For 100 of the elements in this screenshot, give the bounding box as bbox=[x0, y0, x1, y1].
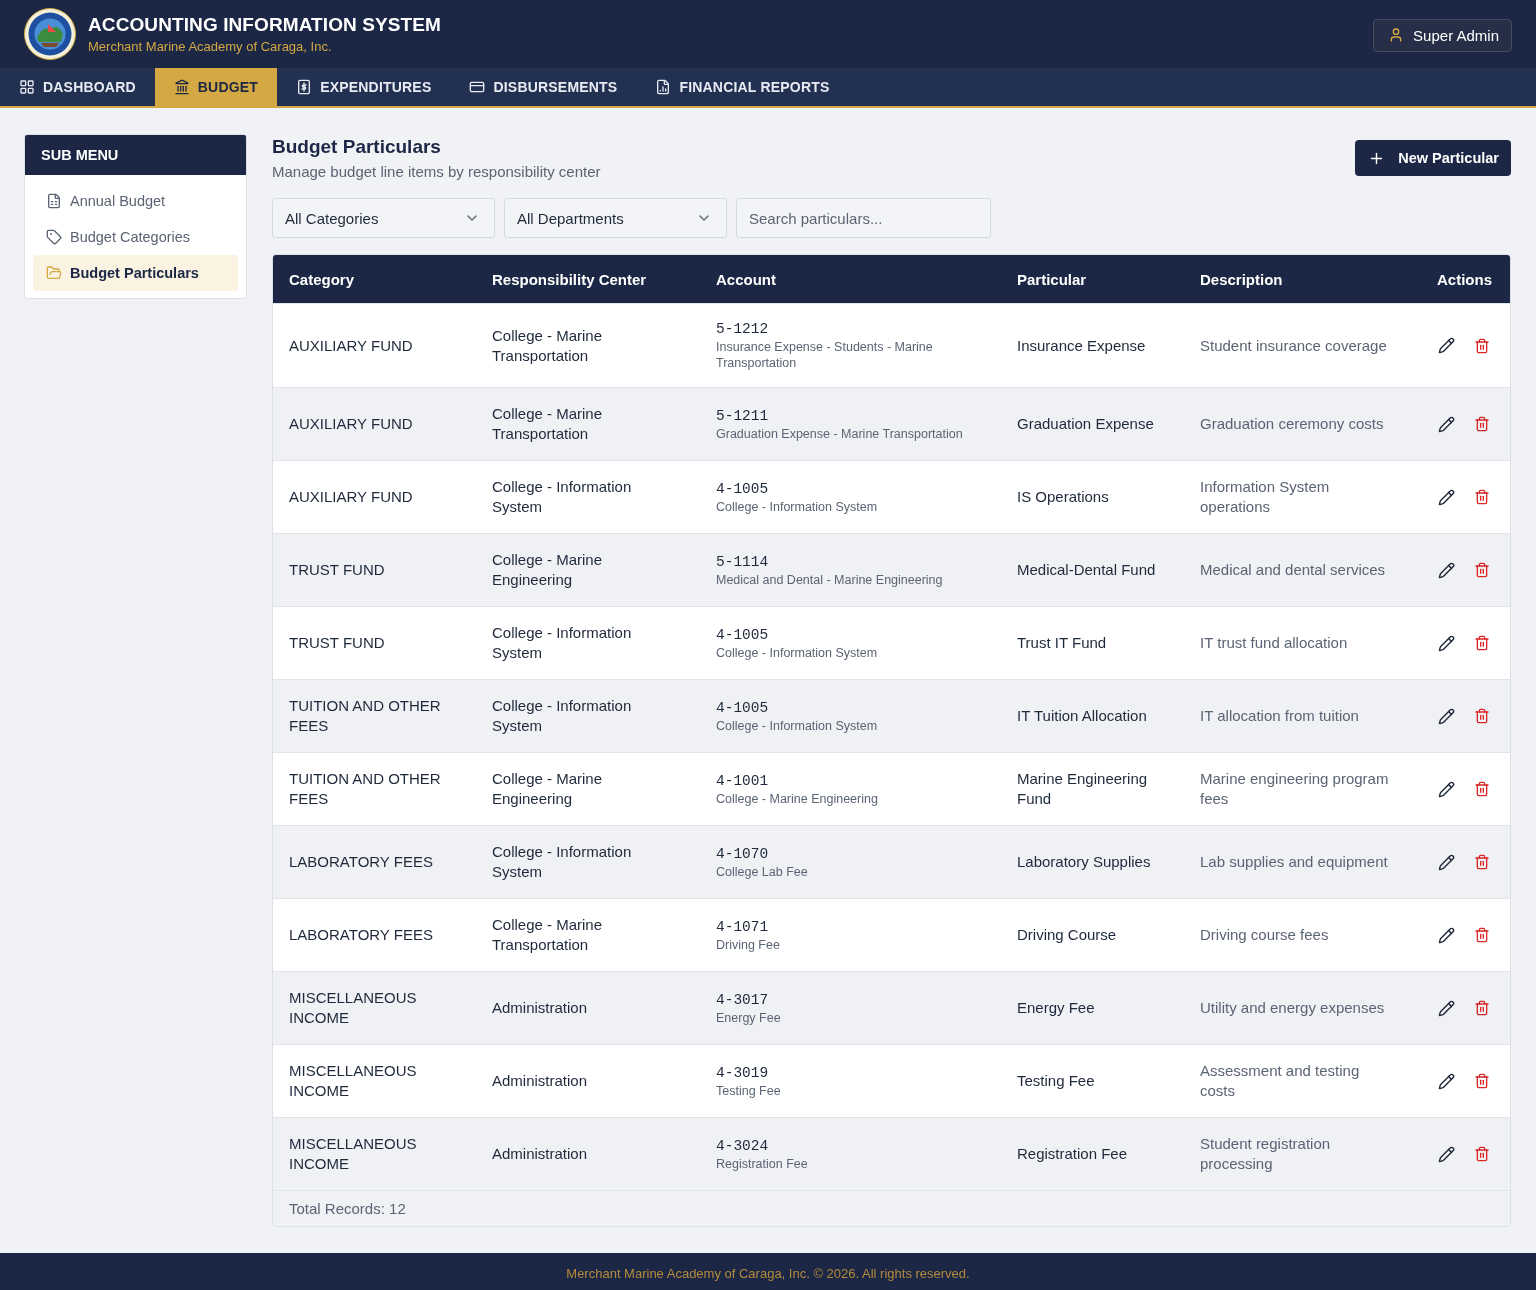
trash-icon bbox=[1474, 927, 1490, 943]
column-header: Account bbox=[715, 270, 777, 288]
account-name: Testing Fee bbox=[716, 1082, 781, 1099]
description-text: IT trust fund allocation bbox=[1200, 633, 1348, 653]
account-code: 5-1212 bbox=[716, 320, 769, 339]
column-header: Actions bbox=[1436, 270, 1493, 288]
sub-menu-title: SUB MENU bbox=[41, 147, 119, 163]
app-subtitle: Merchant Marine Academy of Caraga, Inc. bbox=[88, 39, 332, 54]
nav-tab[interactable]: DASHBOARD bbox=[0, 68, 155, 106]
trash-icon bbox=[1474, 337, 1490, 354]
nav-tab[interactable]: EXPENDITURES bbox=[277, 68, 451, 106]
category-text: LABORATORY FEES bbox=[289, 925, 433, 945]
pencil-icon bbox=[1437, 780, 1455, 798]
responsibility-center-text: College - Marine Transportation bbox=[492, 325, 604, 366]
sub-menu-item[interactable]: Budget Categories bbox=[33, 219, 238, 255]
responsibility-center-text: College - Information System bbox=[492, 477, 633, 517]
trash-icon bbox=[1474, 1146, 1490, 1162]
description-text: Student registration processing bbox=[1200, 1134, 1332, 1174]
description-text: Graduation ceremony costs bbox=[1200, 414, 1384, 434]
trash-icon bbox=[1474, 489, 1490, 505]
account-name: Insurance Expense - Students - Marine Transportation bbox=[716, 339, 934, 371]
responsibility-center-text: Administration bbox=[492, 1071, 588, 1091]
account-name: Energy Fee bbox=[716, 1009, 781, 1026]
account-code: 4-1005 bbox=[716, 625, 769, 645]
account-name: Medical and Dental - Marine Engineering bbox=[716, 571, 943, 588]
particular-text: Registration Fee bbox=[1017, 1144, 1128, 1164]
page-subtitle: Manage budget line items by responsibility center bbox=[272, 163, 601, 180]
trash-icon bbox=[1474, 854, 1490, 870]
account-name: College Lab Fee bbox=[716, 863, 808, 880]
pencil-icon bbox=[1437, 561, 1455, 579]
search-field[interactable]: Search particulars... bbox=[736, 198, 991, 238]
responsibility-center-text: College - Marine Engineering bbox=[492, 550, 604, 590]
nav-tab[interactable]: DISBURSEMENTS bbox=[450, 68, 637, 106]
responsibility-center-text: College - Information System bbox=[492, 696, 633, 736]
category-text: TUITION AND OTHER FEES bbox=[289, 696, 442, 736]
description-text: Driving course fees bbox=[1200, 925, 1329, 945]
folder-icon bbox=[46, 265, 62, 281]
copyright-text: Merchant Marine Academy of Caraga, Inc. © 2026. All rights reserved. bbox=[566, 1265, 970, 1281]
account-code: 4-1071 bbox=[716, 917, 769, 937]
pencil-icon bbox=[1437, 999, 1455, 1017]
spreadsheet-document-icon bbox=[46, 193, 62, 209]
particular-text: Driving Course bbox=[1017, 925, 1117, 945]
trash-icon bbox=[1474, 1073, 1490, 1089]
new-particular-button[interactable]: New Particular bbox=[1355, 140, 1511, 176]
pencil-icon bbox=[1437, 634, 1455, 652]
trash-icon bbox=[1474, 1000, 1490, 1016]
pencil-icon bbox=[1437, 488, 1455, 506]
column-header: Particular bbox=[1016, 270, 1088, 288]
trash-icon bbox=[1474, 708, 1490, 724]
filter-select[interactable]: All Departments bbox=[504, 198, 727, 238]
responsibility-center-text: College - Marine Transportation bbox=[492, 915, 604, 955]
category-text: TRUST FUND bbox=[289, 633, 385, 653]
description-text: IT allocation from tuition bbox=[1200, 706, 1359, 726]
description-text: Lab supplies and equipment bbox=[1200, 852, 1388, 872]
pencil-icon bbox=[1437, 707, 1455, 725]
tag-icon bbox=[46, 229, 62, 245]
category-text: MISCELLANEOUS INCOME bbox=[289, 988, 418, 1028]
responsibility-center-text: College - Information System bbox=[492, 623, 633, 663]
account-code: 4-1005 bbox=[716, 698, 769, 718]
app-title: ACCOUNTING INFORMATION SYSTEM bbox=[88, 14, 441, 36]
bank-icon bbox=[173, 79, 190, 95]
particular-text: Trust IT Fund bbox=[1017, 633, 1107, 653]
user-menu-button[interactable]: Super Admin bbox=[1373, 18, 1512, 52]
trash-icon bbox=[1474, 781, 1490, 797]
page-title: Budget Particulars bbox=[272, 136, 441, 158]
description-text: Information System operations bbox=[1200, 477, 1331, 517]
category-text: AUXILIARY FUND bbox=[289, 335, 413, 356]
account-name: College - Information System bbox=[716, 644, 878, 661]
particular-text: Medical-Dental Fund bbox=[1017, 560, 1156, 580]
account-code: 4-1005 bbox=[716, 479, 769, 499]
description-text: Medical and dental services bbox=[1200, 560, 1386, 580]
account-name: Registration Fee bbox=[716, 1155, 808, 1172]
responsibility-center-text: College - Information System bbox=[492, 842, 633, 882]
category-text: AUXILIARY FUND bbox=[289, 414, 413, 434]
responsibility-center-text: Administration bbox=[492, 998, 588, 1018]
responsibility-center-text: College - Marine Engineering bbox=[492, 769, 604, 809]
column-header: Description bbox=[1199, 270, 1284, 288]
filter-select[interactable]: All Categories bbox=[272, 198, 495, 238]
trash-icon bbox=[1474, 635, 1490, 651]
account-name: College - Marine Engineering bbox=[716, 790, 878, 807]
description-text: Utility and energy expenses bbox=[1200, 998, 1385, 1018]
description-text: Marine engineering program fees bbox=[1200, 769, 1390, 809]
description-text: Assessment and testing costs bbox=[1200, 1061, 1361, 1101]
trash-icon bbox=[1474, 562, 1490, 578]
nav-tab[interactable]: BUDGET bbox=[154, 68, 278, 106]
category-text: TUITION AND OTHER FEES bbox=[289, 769, 442, 809]
particular-text: IT Tuition Allocation bbox=[1017, 706, 1147, 726]
sub-menu-item[interactable]: Annual Budget bbox=[33, 183, 238, 219]
nav-tab[interactable]: FINANCIAL REPORTS bbox=[636, 68, 849, 106]
particular-text: Insurance Expense bbox=[1017, 335, 1146, 356]
account-name: Graduation Expense - Marine Transportation bbox=[716, 425, 963, 442]
pencil-icon bbox=[1437, 1072, 1455, 1090]
particular-text: Laboratory Supplies bbox=[1017, 852, 1151, 872]
responsibility-center-text: Administration bbox=[492, 1144, 588, 1164]
category-text: TRUST FUND bbox=[289, 560, 385, 580]
sub-menu-item[interactable]: Budget Particulars bbox=[33, 255, 238, 291]
account-code: 4-1001 bbox=[716, 771, 769, 791]
chart-document-icon bbox=[655, 79, 672, 95]
account-code: 4-3019 bbox=[716, 1063, 769, 1083]
account-code: 5-1211 bbox=[716, 406, 769, 426]
